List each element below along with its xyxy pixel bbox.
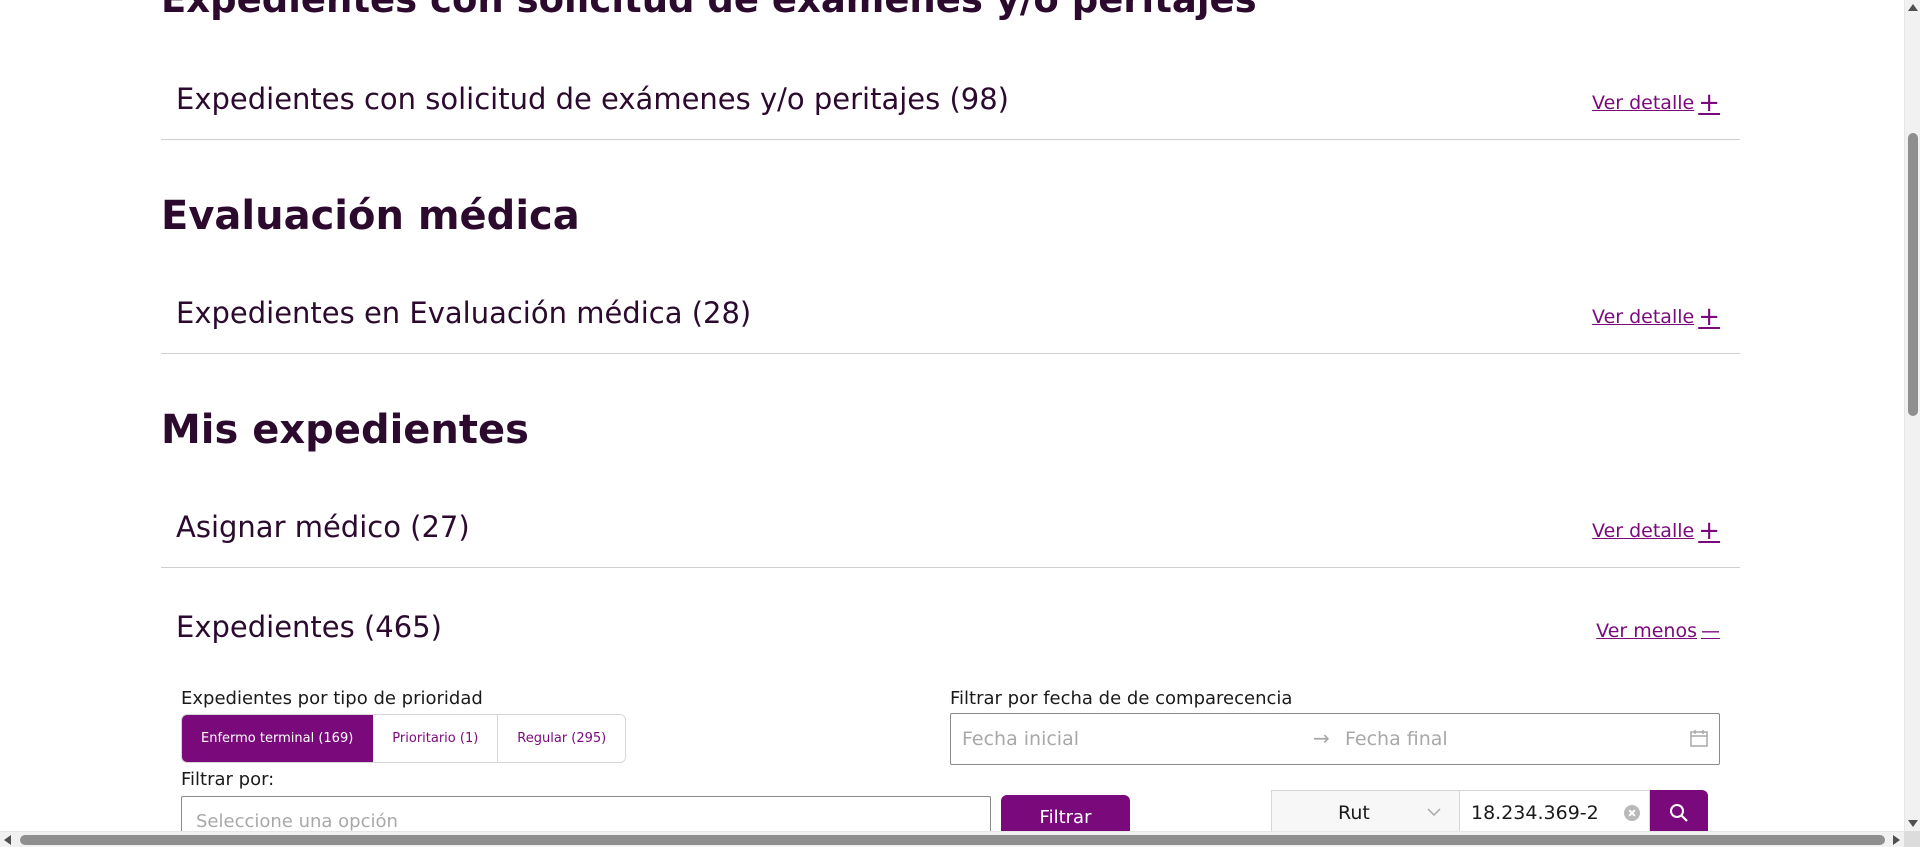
clear-icon[interactable] <box>1624 805 1640 821</box>
row-evaluacion: Expedientes en Evaluación médica (28) Ve… <box>161 276 1740 354</box>
scroll-up-icon[interactable] <box>1908 4 1918 11</box>
row-title-examenes: Expedientes con solicitud de exámenes y/… <box>176 82 1009 116</box>
priority-filter-label: Expedientes por tipo de prioridad <box>181 688 483 709</box>
plus-icon: + <box>1698 302 1720 332</box>
date-start-input[interactable]: Fecha inicial <box>962 728 1079 750</box>
vertical-scroll-thumb[interactable] <box>1908 133 1918 416</box>
rut-search-input[interactable]: 18.234.369-2 <box>1460 790 1650 831</box>
filter-by-label: Filtrar por: <box>181 769 275 790</box>
date-range-picker[interactable]: Fecha inicial → Fecha final <box>950 713 1720 765</box>
row-expedientes: Expedientes (465) Ver menos — <box>161 590 1740 660</box>
scroll-left-icon[interactable] <box>4 835 11 845</box>
ver-menos-link[interactable]: Ver menos — <box>1596 620 1720 642</box>
arrow-right-icon: → <box>1313 726 1330 750</box>
date-end-input[interactable]: Fecha final <box>1345 728 1448 750</box>
ver-detalle-label: Ver detalle <box>1592 520 1695 542</box>
ver-detalle-asignar-link[interactable]: Ver detalle + <box>1592 516 1720 546</box>
section-title-evaluacion: Evaluación médica <box>161 193 580 239</box>
rut-search-value: 18.234.369-2 <box>1471 802 1599 824</box>
minus-icon: — <box>1701 620 1720 642</box>
rut-search-group: Rut 18.234.369-2 <box>1271 790 1708 831</box>
vertical-scrollbar[interactable] <box>1904 0 1920 831</box>
ver-detalle-label: Ver detalle <box>1592 306 1695 328</box>
horizontal-scroll-thumb[interactable] <box>20 835 1885 845</box>
filter-by-placeholder: Seleccione una opción <box>196 811 398 831</box>
date-filter-label: Filtrar por fecha de de comparecencia <box>950 688 1293 709</box>
row-title-asignar: Asignar médico (27) <box>176 510 470 544</box>
chevron-down-icon <box>1427 808 1441 817</box>
horizontal-scrollbar[interactable] <box>0 831 1904 847</box>
plus-icon: + <box>1698 516 1720 546</box>
search-type-select[interactable]: Rut <box>1271 790 1460 831</box>
filter-by-select[interactable]: Seleccione una opción <box>181 796 991 831</box>
calendar-icon[interactable] <box>1689 728 1709 748</box>
scroll-down-icon[interactable] <box>1908 820 1918 827</box>
ver-menos-label: Ver menos <box>1596 620 1697 642</box>
scroll-right-icon[interactable] <box>1893 835 1900 845</box>
section-title-mis-expedientes: Mis expedientes <box>161 407 529 453</box>
search-button[interactable] <box>1650 790 1708 831</box>
section-title-examenes: Expedientes con solicitud de exámenes y/… <box>161 0 1257 21</box>
tab-enfermo-terminal[interactable]: Enfermo terminal (169) <box>182 715 374 762</box>
ver-detalle-label: Ver detalle <box>1592 92 1695 114</box>
row-title-evaluacion: Expedientes en Evaluación médica (28) <box>176 296 752 330</box>
plus-icon: + <box>1698 88 1720 118</box>
tab-prioritario[interactable]: Prioritario (1) <box>373 715 499 762</box>
row-examenes: Expedientes con solicitud de exámenes y/… <box>161 62 1740 140</box>
ver-detalle-evaluacion-link[interactable]: Ver detalle + <box>1592 302 1720 332</box>
priority-tabs: Enfermo terminal (169) Prioritario (1) R… <box>181 714 627 763</box>
ver-detalle-examenes-link[interactable]: Ver detalle + <box>1592 88 1720 118</box>
search-icon <box>1670 804 1688 822</box>
tab-regular[interactable]: Regular (295) <box>498 715 626 762</box>
row-title-expedientes: Expedientes (465) <box>176 610 442 644</box>
search-type-value: Rut <box>1338 802 1370 824</box>
filtrar-button[interactable]: Filtrar <box>1001 795 1130 831</box>
page-content: Expedientes con solicitud de exámenes y/… <box>0 0 1904 831</box>
row-asignar-medico: Asignar médico (27) Ver detalle + <box>161 490 1740 568</box>
scrollbar-corner <box>1904 831 1920 847</box>
